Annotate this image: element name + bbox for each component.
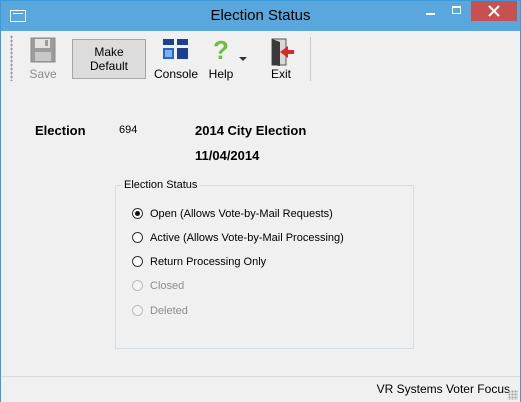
radio-closed-label: Closed [150,280,185,292]
election-date: 11/04/2014 [195,148,260,163]
radio-button-icon [132,280,143,291]
console-button[interactable]: Console [153,35,199,83]
radio-button-icon[interactable] [132,208,143,219]
save-button[interactable]: Save [23,35,63,83]
main-content: Election 694 2014 City Election 11/04/20… [11,91,511,371]
toolbar-separator [310,37,311,81]
close-button[interactable] [471,1,517,21]
maximize-button[interactable] [444,1,471,21]
chevron-down-icon [239,57,247,61]
console-icon [163,39,188,59]
make-default-label-line1: Make [94,45,124,59]
election-number: 694 [119,124,138,136]
radio-open-label: Open (Allows Vote-by-Mail Requests) [150,208,333,220]
toolbar-grip-icon[interactable] [10,35,13,81]
radio-return-processing-label: Return Processing Only [150,256,267,268]
minimize-button[interactable] [417,1,444,21]
election-label: Election [35,123,86,138]
radio-button-icon[interactable] [132,232,143,243]
election-status-group-title: Election Status [122,179,200,191]
exit-door-icon [271,38,294,66]
toolbar: Save Make Default Console ? Help Exit [1,31,520,87]
floppy-disk-icon [30,37,56,63]
election-status-window: Election Status Save Make Default Consol… [0,0,521,402]
help-question-icon: ? [213,37,229,65]
status-bar-text: VR Systems Voter Focus [376,382,510,396]
exit-button[interactable]: Exit [259,35,303,83]
radio-button-icon[interactable] [132,256,143,267]
make-default-label-line2: Default [89,59,129,73]
help-label: Help [208,67,234,81]
make-default-button[interactable]: Make Default [72,39,146,79]
close-icon [488,5,500,17]
radio-button-icon [132,305,143,316]
save-label: Save [29,67,57,81]
help-dropdown-button[interactable]: ? Help [207,35,247,83]
election-status-group: Election Status Open (Allows Vote-by-Mai… [115,179,414,349]
exit-label: Exit [270,67,291,81]
title-bar[interactable]: Election Status [1,1,520,31]
radio-active-label: Active (Allows Vote-by-Mail Processing) [150,232,344,244]
radio-deleted-label: Deleted [150,305,188,317]
resize-grip-icon[interactable] [508,390,518,400]
election-name: 2014 City Election [195,123,307,138]
svg-text:?: ? [213,37,229,65]
status-bar: VR Systems Voter Focus [1,376,520,402]
console-label: Console [153,67,199,81]
